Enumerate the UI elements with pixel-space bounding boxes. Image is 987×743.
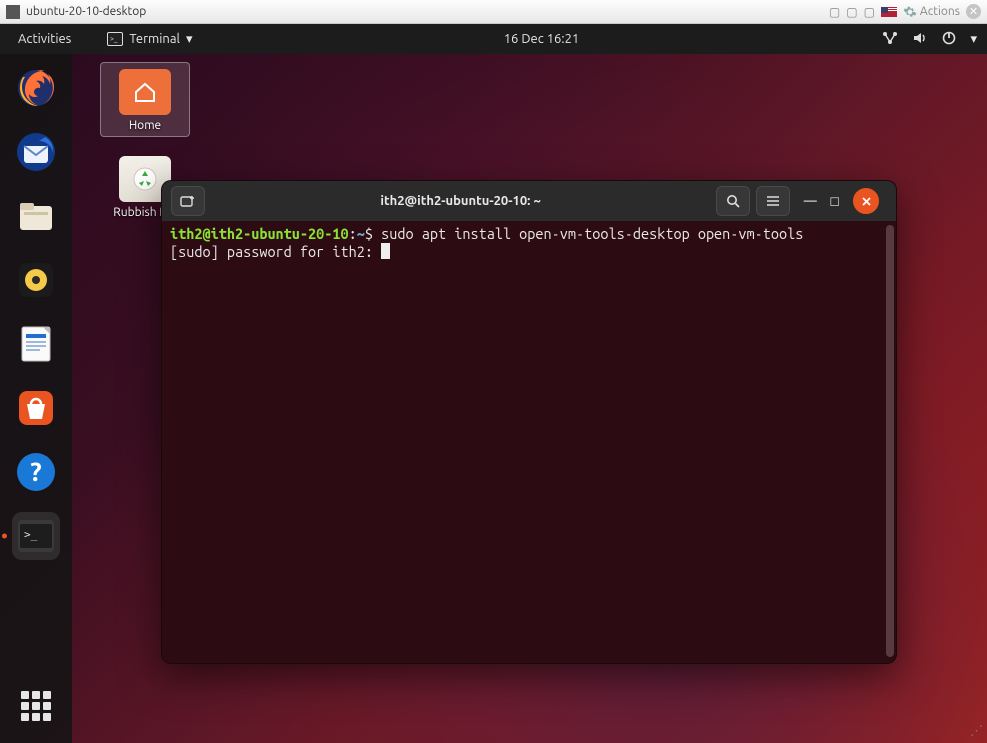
desktop-icon-home-label: Home: [101, 119, 189, 132]
dock-app-firefox[interactable]: [12, 64, 60, 112]
vm-window-icon: [6, 5, 20, 19]
dock-app-software[interactable]: [12, 384, 60, 432]
terminal-scrollbar[interactable]: [886, 225, 894, 657]
help-icon: ?: [15, 451, 57, 493]
scrollbar-thumb[interactable]: [886, 225, 894, 657]
terminal-window: ith2@ith2-ubuntu-20-10: ~ － ◻ ith2@ith2-…: [161, 180, 897, 664]
recycle-icon: [132, 165, 158, 193]
dock-app-libreoffice-writer[interactable]: [12, 320, 60, 368]
terminal-headerbar[interactable]: ith2@ith2-ubuntu-20-10: ~ － ◻: [162, 181, 896, 221]
hamburger-icon: [766, 195, 780, 207]
new-tab-icon: [180, 194, 196, 208]
minimize-button[interactable]: －: [801, 188, 819, 214]
vm-actions-menu[interactable]: Actions: [903, 5, 960, 19]
app-menu[interactable]: >_ Terminal ▾: [99, 28, 200, 51]
gnome-top-bar: Activities >_ Terminal ▾ 16 Dec 16:21 ▾: [0, 24, 987, 54]
vm-layout-icon-3[interactable]: ▢: [864, 5, 875, 19]
new-tab-button[interactable]: [171, 186, 205, 216]
dock-app-terminal[interactable]: >_: [12, 512, 60, 560]
gear-icon: [903, 5, 917, 19]
power-icon[interactable]: [942, 31, 956, 48]
svg-text:>_: >_: [24, 528, 38, 541]
terminal-title: ith2@ith2-ubuntu-20-10: ~: [208, 194, 713, 208]
dock-app-rhythmbox[interactable]: [12, 256, 60, 304]
vm-layout-icon-1[interactable]: ▢: [829, 5, 840, 19]
close-button[interactable]: [853, 188, 879, 214]
show-applications-button[interactable]: [21, 691, 51, 721]
terminal-icon: >_: [16, 518, 56, 554]
thunderbird-icon: [15, 131, 57, 173]
dock: ? >_: [0, 54, 72, 743]
dock-app-thunderbird[interactable]: [12, 128, 60, 176]
files-icon: [15, 195, 57, 237]
vm-host-titlebar: ubuntu-20-10-desktop ▢ ▢ ▢ Actions ✕: [0, 0, 987, 24]
vm-close-button[interactable]: ✕: [966, 4, 981, 19]
terminal-appmenu-icon: >_: [107, 32, 123, 46]
rhythmbox-icon: [15, 259, 57, 301]
firefox-icon: [15, 67, 57, 109]
network-icon[interactable]: [882, 31, 898, 48]
prompt-symbol: $: [365, 225, 373, 242]
dock-app-help[interactable]: ?: [12, 448, 60, 496]
dock-running-indicator: [2, 534, 7, 539]
libreoffice-writer-icon: [15, 323, 57, 365]
desktop-background[interactable]: Home Rubbish Bin ith2@ith2-ubuntu-20-10:…: [0, 54, 987, 743]
clock[interactable]: 16 Dec 16:21: [496, 28, 588, 50]
svg-text:?: ?: [30, 457, 41, 486]
terminal-command: sudo apt install open-vm-tools-desktop o…: [381, 225, 803, 242]
hamburger-menu-button[interactable]: [756, 186, 790, 216]
prompt-path: ~: [357, 225, 365, 242]
close-icon: [861, 196, 872, 207]
resize-grip-icon[interactable]: ⋰: [970, 724, 983, 739]
dock-app-files[interactable]: [12, 192, 60, 240]
terminal-cursor: [381, 243, 390, 259]
terminal-content[interactable]: ith2@ith2-ubuntu-20-10:~$ sudo apt insta…: [162, 221, 896, 663]
desktop-icon-home[interactable]: Home: [100, 62, 190, 137]
app-menu-label: Terminal: [129, 32, 180, 46]
sudo-password-prompt: [sudo] password for ith2:: [170, 243, 381, 260]
vm-layout-icon-2[interactable]: ▢: [846, 5, 857, 19]
vm-actions-label: Actions: [920, 5, 960, 18]
vm-window-title: ubuntu-20-10-desktop: [26, 5, 146, 18]
chevron-down-icon: ▾: [186, 32, 193, 47]
activities-button[interactable]: Activities: [10, 28, 79, 50]
home-icon: [133, 81, 157, 103]
software-icon: [15, 387, 57, 429]
svg-text:>_: >_: [110, 35, 118, 43]
maximize-button[interactable]: ◻: [829, 194, 840, 209]
keyboard-layout-flag-icon[interactable]: [881, 7, 897, 17]
volume-icon[interactable]: [912, 31, 928, 48]
status-chevron-down-icon[interactable]: ▾: [970, 32, 977, 47]
search-icon: [726, 194, 741, 209]
search-button[interactable]: [716, 186, 750, 216]
prompt-user-host: ith2@ith2-ubuntu-20-10: [170, 225, 349, 242]
